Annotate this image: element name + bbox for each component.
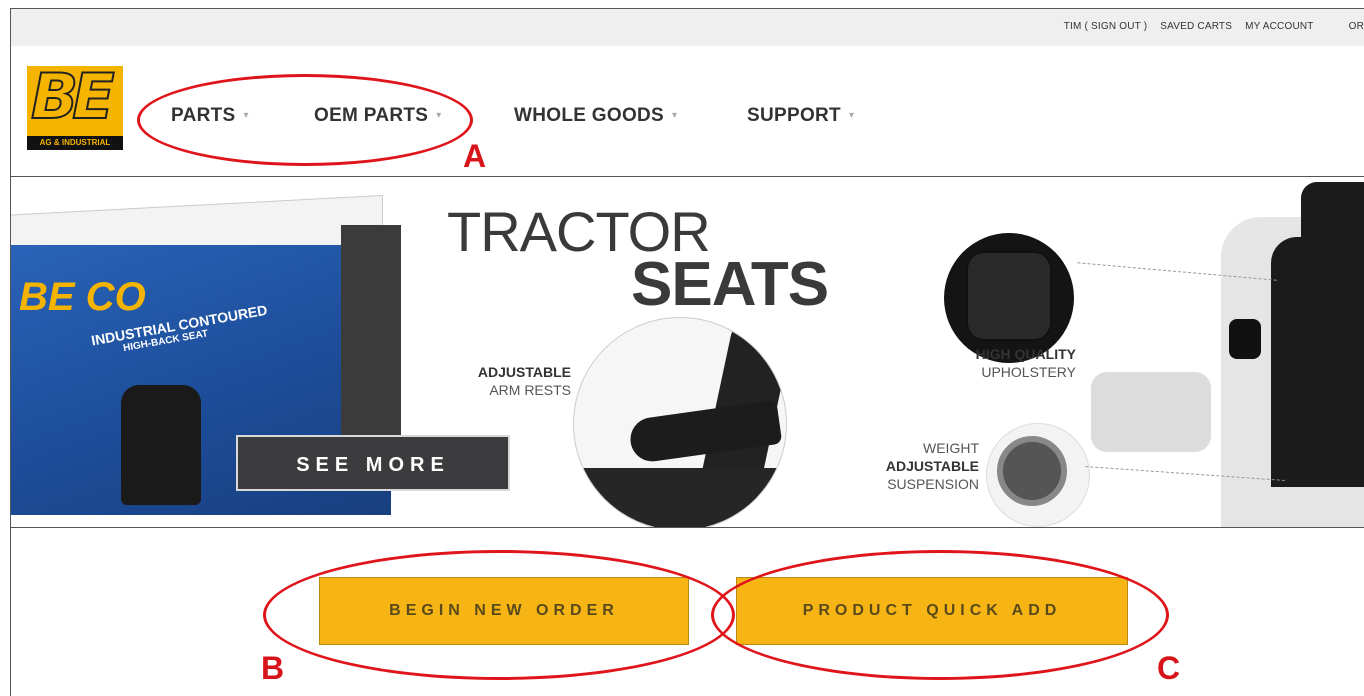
see-more-button[interactable]: SEE MORE [236, 435, 510, 491]
logo-mark: BE [30, 59, 116, 134]
feature-armrests-light: ARM RESTS [489, 382, 571, 398]
annotation-ellipse-c [711, 550, 1169, 680]
sign-out-link[interactable]: TIM ( SIGN OUT ) [1064, 21, 1148, 32]
upholstery-detail-image [944, 233, 1074, 363]
browser-page: TIM ( SIGN OUT ) SAVED CARTS MY ACCOUNT … [10, 8, 1364, 696]
feature-suspension-top: WEIGHT [923, 440, 979, 456]
banner-headline-seats: SEATS [631, 250, 829, 319]
orders-link[interactable]: OR [1349, 21, 1364, 32]
nav-whole-goods[interactable]: WHOLE GOODS ▾ [514, 105, 677, 127]
armrest-base [574, 468, 786, 527]
feature-suspension-light: SUSPENSION [887, 476, 979, 492]
feature-upholstery: HIGH QUALITY UPHOLSTERY [921, 345, 1076, 381]
feature-upholstery-light: UPHOLSTERY [981, 364, 1076, 380]
chevron-down-icon: ▾ [848, 110, 855, 122]
logo-tagline: AG & INDUSTRIAL [27, 136, 123, 150]
nav-support[interactable]: SUPPORT ▾ [747, 105, 854, 127]
seat-photo-small [121, 385, 201, 505]
suspension-detail-image [986, 423, 1090, 527]
quick-actions: BEGIN NEW ORDER PRODUCT QUICK ADD B C [11, 528, 1364, 696]
feature-armrests: ADJUSTABLE ARM RESTS [441, 363, 571, 399]
feature-suspension: WEIGHT ADJUSTABLE SUSPENSION [861, 439, 979, 493]
utility-bar: TIM ( SIGN OUT ) SAVED CARTS MY ACCOUNT … [11, 9, 1364, 46]
annotation-ellipse-b [263, 550, 735, 680]
site-header: BE AG & INDUSTRIAL PARTS ▾ OEM PARTS ▾ WHO… [11, 46, 1364, 177]
feature-suspension-bold: ADJUSTABLE [885, 458, 979, 474]
feature-upholstery-bold: HIGH QUALITY [975, 346, 1076, 362]
upholstery-pad [966, 251, 1052, 341]
chevron-down-icon: ▾ [672, 110, 678, 122]
annotation-ellipse-a [137, 74, 473, 166]
be-logo[interactable]: BE AG & INDUSTRIAL [27, 59, 123, 150]
seat-armrest [1229, 319, 1261, 359]
utility-links: TIM ( SIGN OUT ) SAVED CARTS MY ACCOUNT … [1064, 21, 1364, 32]
annotation-label-b: B [261, 650, 285, 686]
my-account-link[interactable]: MY ACCOUNT [1245, 21, 1314, 32]
box-side [341, 225, 401, 455]
seat-back [1271, 237, 1364, 487]
annotation-label-c: C [1157, 650, 1181, 686]
tractor-seat-image [1091, 177, 1364, 527]
box-brand: BE CO [19, 275, 146, 319]
tractor-seats-banner[interactable]: BE CO INDUSTRIAL CONTOURED HIGH-BACK SEA… [11, 177, 1364, 528]
nav-support-label: SUPPORT [747, 105, 841, 126]
nav-whole-goods-label: WHOLE GOODS [514, 105, 665, 126]
saved-carts-link[interactable]: SAVED CARTS [1160, 21, 1232, 32]
annotation-label-a: A [463, 138, 487, 174]
seat-arm-ghost [1091, 372, 1211, 452]
armrest-detail-image [573, 317, 787, 527]
feature-armrests-bold: ADJUSTABLE [477, 364, 571, 380]
suspension-knob [997, 436, 1067, 506]
